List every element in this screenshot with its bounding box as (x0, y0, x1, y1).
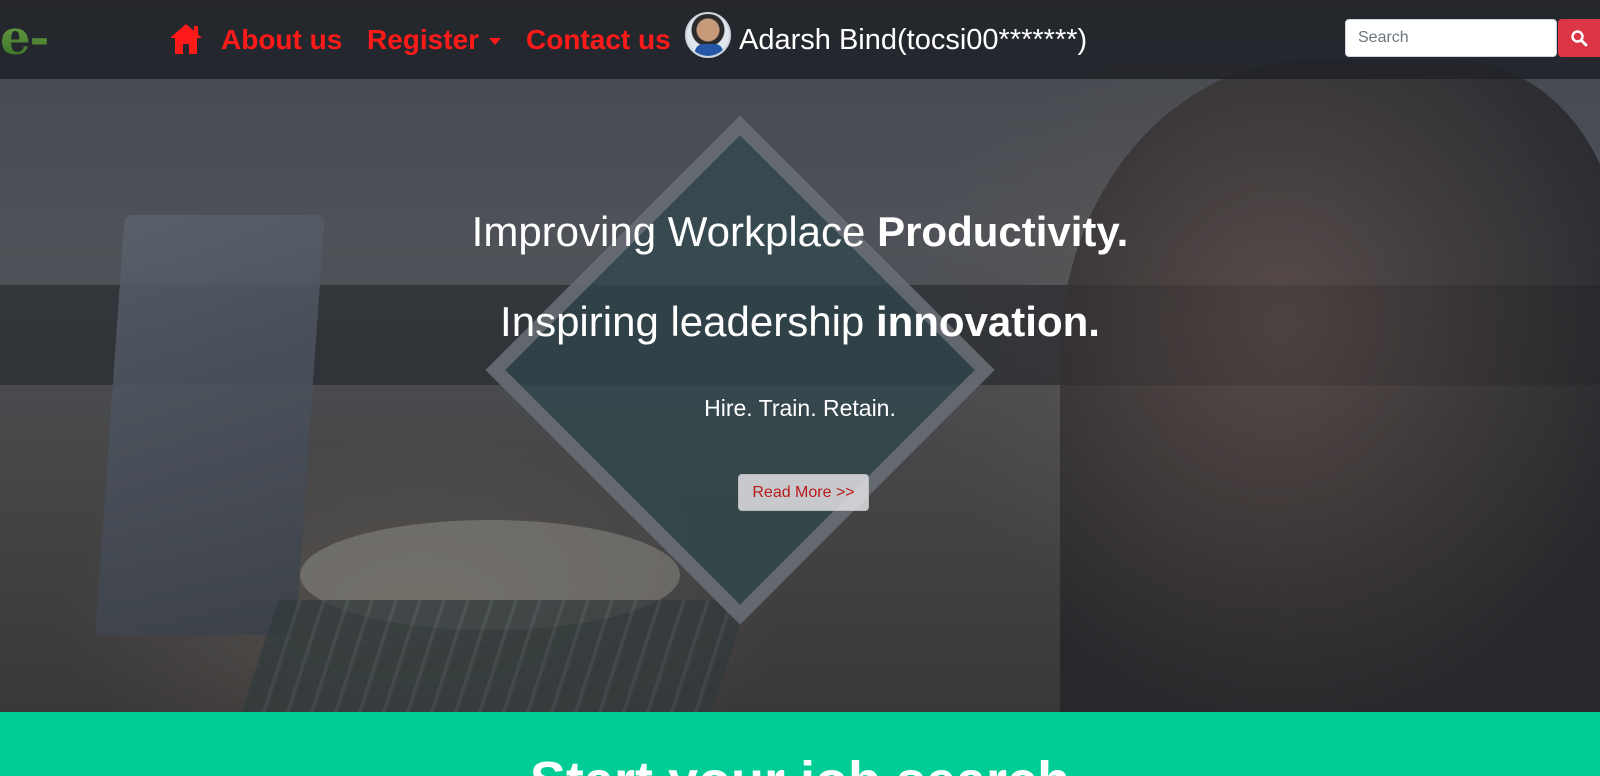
hero-headline-2-regular: Inspiring leadership (500, 298, 876, 345)
job-search-section: Start your job search (0, 712, 1600, 776)
nav-contact-us[interactable]: Contact us (526, 18, 671, 62)
nav-register-dropdown[interactable]: Register (367, 18, 502, 62)
search-input[interactable] (1345, 19, 1557, 57)
avatar-shirt (695, 44, 723, 56)
hero-headline-2-bold: innovation. (875, 298, 1100, 345)
home-icon[interactable] (168, 22, 204, 56)
hero-headline-1-bold: Productivity. (877, 208, 1129, 255)
caret-down-icon (489, 38, 502, 46)
hero-headline-2: Inspiring leadership innovation. (0, 298, 1600, 346)
search-icon (1571, 30, 1588, 47)
nav-register-label: Register (367, 24, 480, 55)
read-more-button[interactable]: Read More >> (738, 474, 869, 511)
hero-background: Improving Workplace Productivity. Inspir… (0, 0, 1600, 712)
navbar: e-Jobs About us Register Contact us Adar… (0, 0, 1600, 130)
avatar[interactable] (685, 12, 731, 58)
user-name[interactable]: Adarsh Bind(tocsi00*******) (739, 18, 1087, 62)
nav-about-us[interactable]: About us (221, 18, 342, 62)
search-button[interactable] (1558, 19, 1600, 57)
hero-overlay (0, 0, 1600, 712)
hero-headline-1-regular: Improving Workplace (471, 208, 878, 255)
hero-tagline: Hire. Train. Retain. (704, 395, 896, 421)
hero-headline-1: Improving Workplace Productivity. (0, 208, 1600, 256)
brand-logo[interactable]: e-Jobs (0, 6, 146, 130)
section-title: Start your job search (0, 750, 1600, 776)
